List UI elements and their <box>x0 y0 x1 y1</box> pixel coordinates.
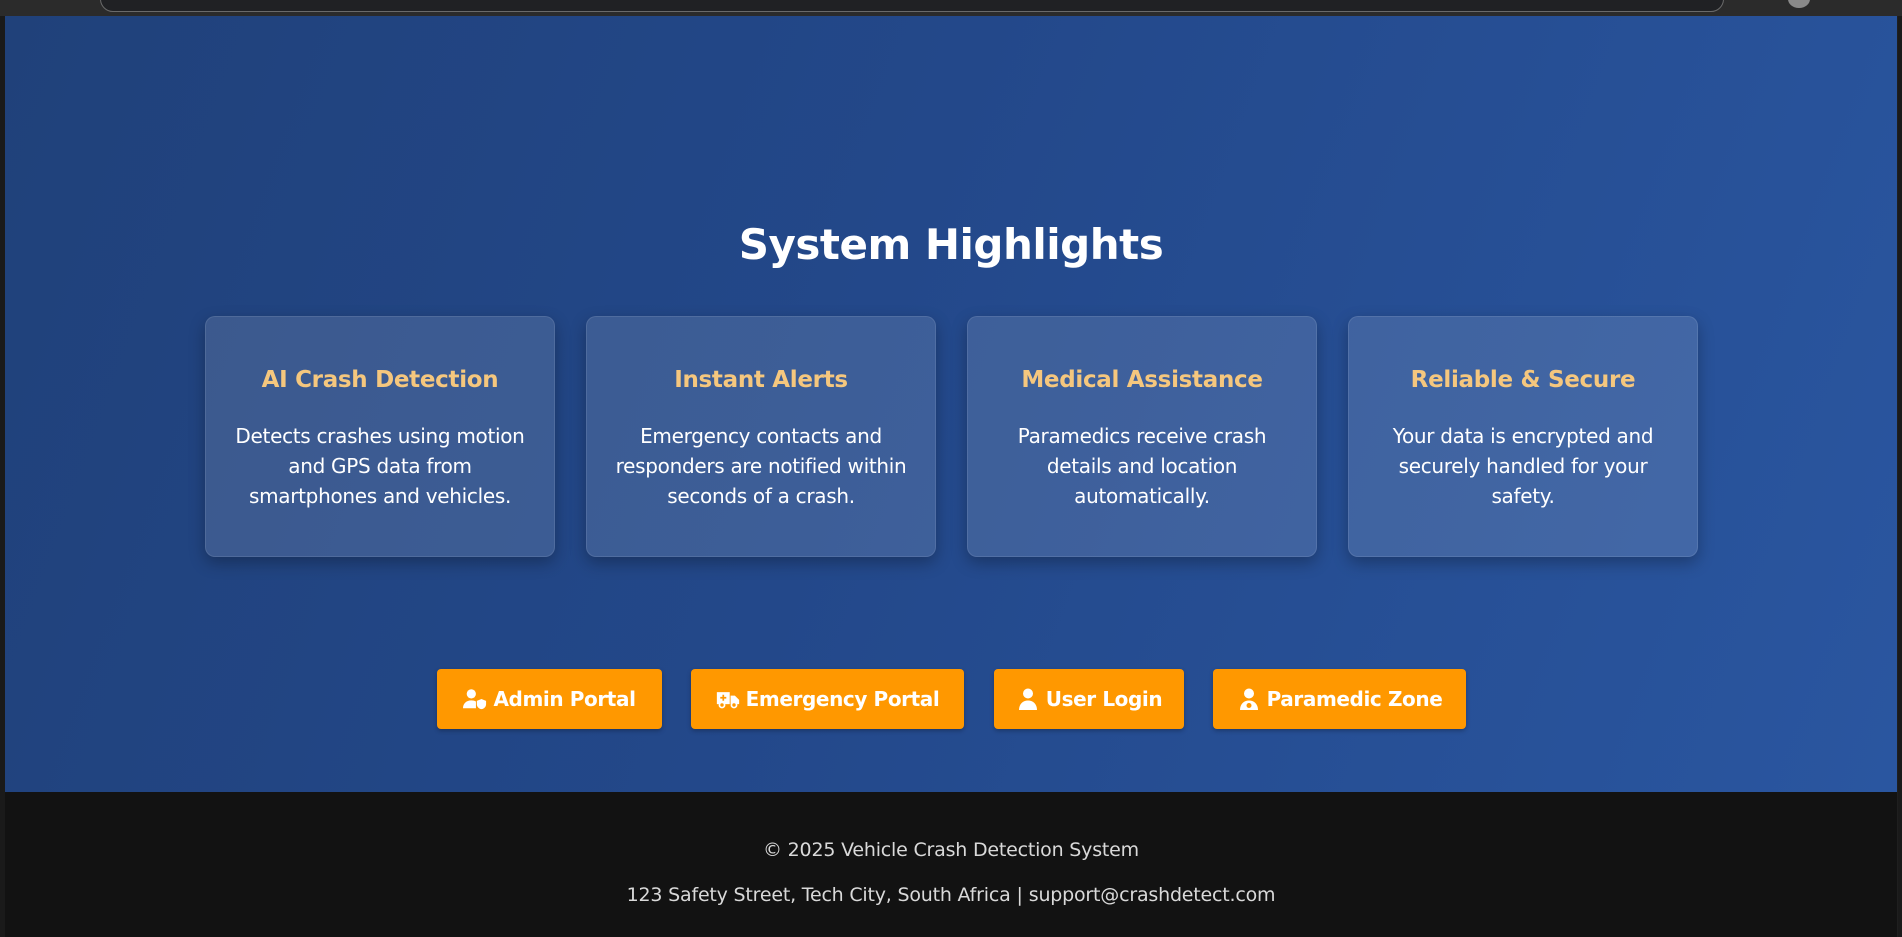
card-description: Paramedics receive crash details and loc… <box>1017 424 1267 508</box>
footer-separator: | <box>1016 884 1023 906</box>
card-description: Your data is encrypted and securely hand… <box>1392 424 1654 508</box>
user-shield-icon <box>463 689 487 710</box>
paramedic-zone-button[interactable]: Paramedic Zone <box>1213 669 1466 729</box>
profile-avatar[interactable] <box>1788 0 1810 8</box>
button-label: Admin Portal <box>493 687 636 711</box>
page-footer: © 2025 Vehicle Crash Detection System 12… <box>5 792 1897 937</box>
footer-email-link[interactable]: support@crashdetect.com <box>1029 884 1276 906</box>
card-description: Detects crashes using motion and GPS dat… <box>235 424 525 508</box>
user-doctor-icon <box>1239 688 1258 710</box>
window-scrollbar[interactable] <box>1898 16 1902 937</box>
button-label: Emergency Portal <box>745 687 940 711</box>
highlights-section: System Highlights AI Crash Detection Det… <box>5 16 1897 792</box>
browser-address-bar[interactable] <box>100 0 1724 12</box>
footer-address: 123 Safety Street, Tech City, South Afri… <box>626 884 1011 906</box>
highlight-card-medical-assistance: Medical Assistance Paramedics receive cr… <box>967 316 1317 557</box>
highlight-card-reliable-secure: Reliable & Secure Your data is encrypted… <box>1348 316 1698 557</box>
user-login-button[interactable]: User Login <box>994 669 1184 729</box>
admin-portal-button[interactable]: Admin Portal <box>437 669 662 729</box>
card-title: AI Crash Detection <box>261 367 499 393</box>
footer-copyright: © 2025 Vehicle Crash Detection System <box>763 839 1139 861</box>
footer-contact: 123 Safety Street, Tech City, South Afri… <box>5 884 1897 906</box>
button-label: User Login <box>1045 687 1163 711</box>
section-title: System Highlights <box>738 220 1164 269</box>
browser-top-bar <box>0 0 1902 16</box>
highlight-card-ai-crash-detection: AI Crash Detection Detects crashes using… <box>205 316 555 557</box>
emergency-portal-button[interactable]: Emergency Portal <box>691 669 964 729</box>
ambulance-icon <box>716 692 739 709</box>
button-label: Paramedic Zone <box>1266 687 1443 711</box>
highlight-card-instant-alerts: Instant Alerts Emergency contacts and re… <box>586 316 936 557</box>
card-description: Emergency contacts and responders are no… <box>615 424 907 508</box>
user-icon <box>1018 688 1037 710</box>
card-title: Reliable & Secure <box>1410 367 1636 393</box>
card-title: Instant Alerts <box>674 367 848 393</box>
card-title: Medical Assistance <box>1021 367 1263 393</box>
